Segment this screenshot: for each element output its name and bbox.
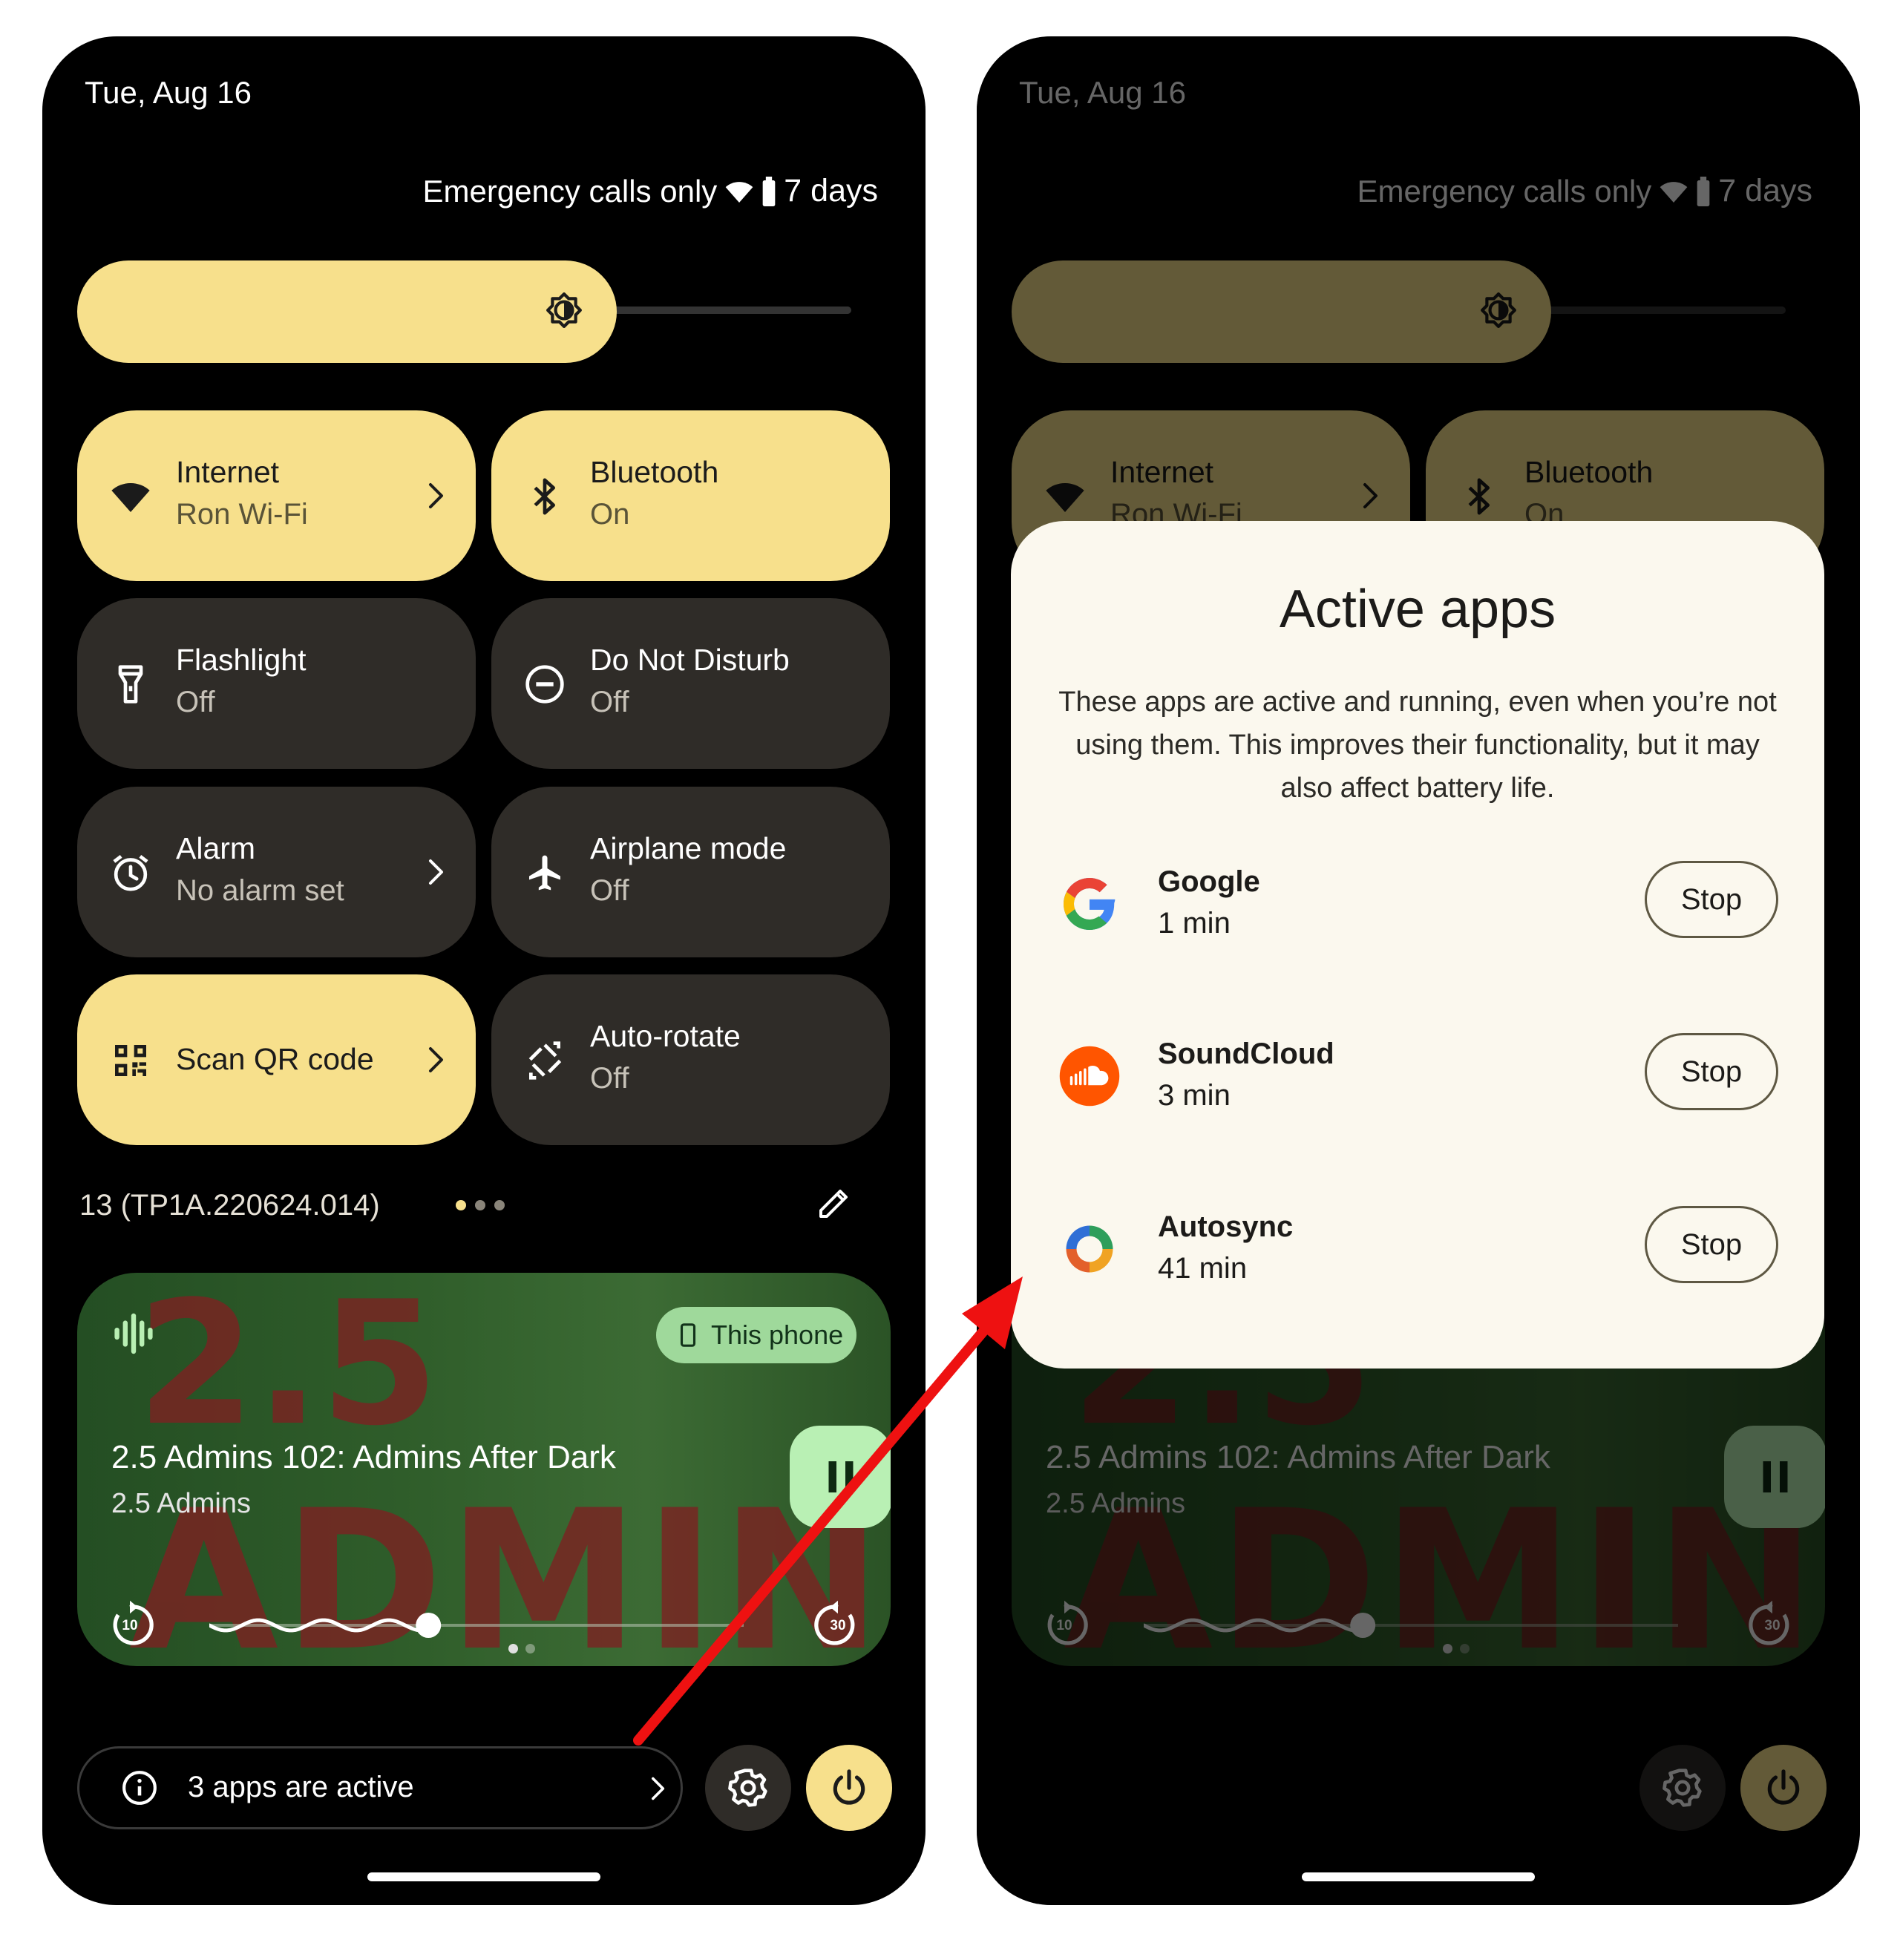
battery-icon bbox=[761, 177, 776, 206]
podcast-app-icon bbox=[110, 1310, 157, 1357]
tile-flashlight[interactable]: Flashlight Off bbox=[77, 598, 476, 769]
media-page-dot-active bbox=[508, 1644, 518, 1653]
tile-alarm[interactable]: Alarm No alarm set bbox=[77, 787, 476, 957]
output-device-chip[interactable]: This phone bbox=[656, 1307, 856, 1363]
tile-auto-rotate[interactable]: Auto-rotate Off bbox=[491, 974, 890, 1145]
tile-subtitle: On bbox=[590, 498, 630, 531]
alarm-icon bbox=[110, 852, 151, 894]
page-indicator-dot bbox=[494, 1200, 505, 1210]
network-status: Emergency calls only bbox=[422, 173, 718, 209]
home-indicator[interactable] bbox=[1302, 1872, 1535, 1881]
phone-icon bbox=[675, 1322, 701, 1348]
page-indicator-dot bbox=[475, 1200, 485, 1210]
tile-title: Bluetooth bbox=[590, 455, 719, 489]
tile-bluetooth[interactable]: Bluetooth On bbox=[491, 410, 890, 581]
dialog-title: Active apps bbox=[1279, 580, 1556, 639]
build-number[interactable]: 13 (TP1A.220624.014) bbox=[79, 1189, 380, 1222]
app-active-time: 3 min bbox=[1158, 1079, 1231, 1112]
chevron-right-icon bbox=[649, 1775, 667, 1802]
output-device-label: This phone bbox=[711, 1320, 844, 1350]
stop-button[interactable]: Stop bbox=[1645, 861, 1778, 938]
qr-code-icon bbox=[110, 1040, 151, 1081]
tile-do-not-disturb[interactable]: Do Not Disturb Off bbox=[491, 598, 890, 769]
google-icon bbox=[1058, 873, 1121, 935]
edit-pencil-icon[interactable] bbox=[816, 1185, 852, 1221]
app-name: Autosync bbox=[1158, 1210, 1294, 1243]
app-name: Google bbox=[1158, 865, 1260, 898]
pause-icon bbox=[819, 1455, 863, 1499]
tile-title: Do Not Disturb bbox=[590, 643, 790, 677]
status-date: Tue, Aug 16 bbox=[85, 75, 252, 110]
home-indicator[interactable] bbox=[367, 1872, 600, 1881]
app-active-time: 1 min bbox=[1158, 907, 1231, 940]
active-app-row-soundcloud: SoundCloud 3 min Stop bbox=[1058, 1033, 1778, 1115]
tile-subtitle: Off bbox=[176, 686, 215, 718]
media-page-dot bbox=[525, 1644, 535, 1653]
tile-scan-qr-code[interactable]: Scan QR code bbox=[77, 974, 476, 1145]
tile-title: Scan QR code bbox=[176, 1042, 374, 1076]
gear-icon bbox=[727, 1767, 769, 1809]
seek-bar[interactable] bbox=[209, 1607, 773, 1644]
chevron-right-icon bbox=[427, 857, 446, 887]
status-indicators: Emergency calls only 7 days bbox=[422, 173, 878, 209]
info-icon bbox=[121, 1769, 158, 1806]
active-apps-dialog: Active apps These apps are active and ru… bbox=[1011, 521, 1824, 1369]
seek-thumb bbox=[416, 1613, 442, 1638]
forward-seconds: 30 bbox=[830, 1618, 846, 1633]
tile-subtitle: Off bbox=[590, 686, 629, 718]
wifi-icon bbox=[110, 476, 151, 517]
tile-subtitle: No alarm set bbox=[176, 874, 344, 907]
active-apps-pill[interactable]: 3 apps are active bbox=[77, 1746, 683, 1829]
airplane-icon bbox=[524, 852, 566, 894]
tile-title: Flashlight bbox=[176, 643, 307, 677]
chevron-right-icon bbox=[427, 1045, 446, 1075]
artwork-text-top: 2.5 bbox=[137, 1273, 439, 1464]
dialog-description: These apps are active and running, even … bbox=[1058, 686, 1777, 804]
battery-days: 7 days bbox=[784, 173, 878, 209]
tile-subtitle: Off bbox=[590, 874, 629, 907]
wifi-signal-icon bbox=[724, 177, 754, 206]
active-app-row-autosync: Autosync 41 min Stop bbox=[1058, 1206, 1778, 1288]
flashlight-icon bbox=[110, 663, 151, 705]
tile-title: Airplane mode bbox=[590, 831, 787, 865]
brightness-slider[interactable] bbox=[77, 260, 617, 363]
replay-seconds: 10 bbox=[122, 1618, 138, 1633]
media-title: 2.5 Admins 102: Admins After Dark bbox=[111, 1439, 616, 1475]
tile-subtitle: Ron Wi-Fi bbox=[176, 498, 308, 531]
tile-title: Alarm bbox=[176, 831, 256, 865]
tile-subtitle: Off bbox=[590, 1062, 629, 1095]
bluetooth-icon bbox=[524, 476, 566, 517]
autosync-icon bbox=[1058, 1218, 1121, 1280]
soundcloud-icon bbox=[1058, 1045, 1121, 1107]
active-apps-label: 3 apps are active bbox=[188, 1771, 414, 1803]
tile-airplane-mode[interactable]: Airplane mode Off bbox=[491, 787, 890, 957]
brightness-icon bbox=[546, 292, 583, 329]
chevron-right-icon bbox=[427, 481, 446, 511]
active-app-row-google: Google 1 min Stop bbox=[1058, 861, 1778, 943]
power-button[interactable] bbox=[806, 1745, 892, 1831]
stop-button[interactable]: Stop bbox=[1645, 1206, 1778, 1283]
media-artist: 2.5 Admins bbox=[111, 1488, 251, 1519]
stop-button[interactable]: Stop bbox=[1645, 1033, 1778, 1110]
power-icon bbox=[828, 1767, 870, 1809]
tile-title: Auto-rotate bbox=[590, 1019, 741, 1053]
tile-internet[interactable]: Internet Ron Wi-Fi bbox=[77, 410, 476, 581]
settings-button[interactable] bbox=[705, 1745, 791, 1831]
page-indicator-dot-active bbox=[456, 1200, 466, 1210]
auto-rotate-icon bbox=[524, 1040, 566, 1081]
tile-title: Internet bbox=[176, 455, 280, 489]
do-not-disturb-icon bbox=[524, 663, 566, 705]
app-active-time: 41 min bbox=[1158, 1252, 1248, 1285]
media-player[interactable]: 2.5 ADMINS This phone 2.5 Admins 102: Ad… bbox=[77, 1273, 891, 1666]
app-name: SoundCloud bbox=[1158, 1038, 1334, 1070]
pause-button[interactable] bbox=[790, 1426, 891, 1528]
quick-settings-screen: Tue, Aug 16 Emergency calls only 7 days … bbox=[42, 36, 926, 1905]
